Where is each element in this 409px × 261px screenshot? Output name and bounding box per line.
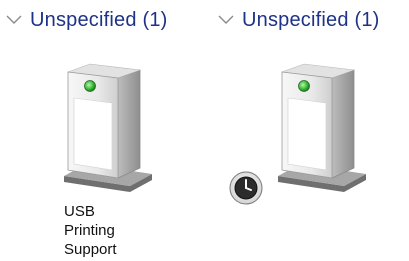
device-item-usb-printing-support[interactable]: USB Printing Support bbox=[56, 58, 156, 258]
device-item-unspecified[interactable] bbox=[222, 58, 372, 218]
chevron-down-icon[interactable] bbox=[6, 6, 24, 34]
device-label: USB Printing Support bbox=[64, 203, 117, 258]
group-header-unspecified-1[interactable]: Unspecified (1) bbox=[6, 6, 168, 34]
group-header-unspecified-2[interactable]: Unspecified (1) bbox=[218, 6, 380, 34]
group-header-label: Unspecified (1) bbox=[242, 8, 380, 31]
chevron-down-icon[interactable] bbox=[218, 6, 236, 34]
group-header-label: Unspecified (1) bbox=[30, 8, 168, 31]
